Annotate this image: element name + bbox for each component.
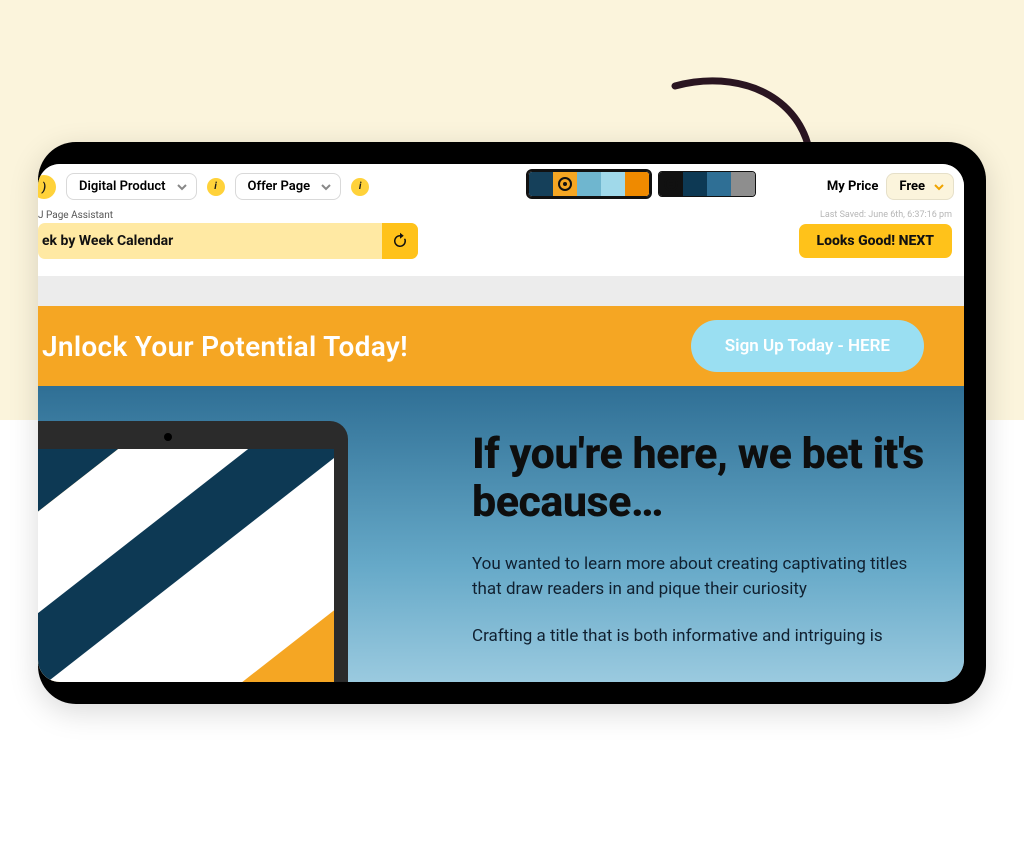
swatch xyxy=(577,172,601,196)
preview-hero: WEEK BY If you're here, we bet it's beca… xyxy=(38,386,964,682)
assistant-regen-button[interactable] xyxy=(382,223,418,259)
decorative-stripes xyxy=(38,449,334,682)
preview-banner-title: Jnlock Your Potential Today! xyxy=(38,330,408,363)
product-type-dropdown[interactable]: Digital Product xyxy=(66,173,197,200)
swatch xyxy=(683,172,707,196)
preview-signup-button[interactable]: Sign Up Today - HERE xyxy=(691,320,924,372)
chevron-down-icon xyxy=(933,181,945,193)
next-button[interactable]: Looks Good! NEXT xyxy=(799,224,953,258)
last-saved-text: Last Saved: June 6th, 6:37:16 pm xyxy=(820,210,952,220)
page-preview: Jnlock Your Potential Today! Sign Up Tod… xyxy=(38,306,964,682)
swatch xyxy=(731,172,755,196)
chevron-down-icon xyxy=(320,181,332,193)
preview-hero-para-1: You wanted to learn more about creating … xyxy=(472,552,924,601)
swatch-selected-icon xyxy=(659,172,683,196)
config-toolbar: ) Digital Product i Offer Page i My Pric… xyxy=(38,164,964,209)
price-value: Free xyxy=(899,179,925,194)
brand-dot-icon: ) xyxy=(38,175,56,199)
ipad-mock: WEEK BY xyxy=(38,421,348,682)
page-canvas: ) Digital Product i Offer Page i My Pric… xyxy=(0,0,1024,853)
preview-banner: Jnlock Your Potential Today! Sign Up Tod… xyxy=(38,306,964,386)
preview-hero-para-2: Crafting a title that is both informativ… xyxy=(472,624,924,649)
ipad-screen: WEEK BY xyxy=(38,449,334,682)
swatch xyxy=(707,172,731,196)
price-label: My Price xyxy=(819,173,887,200)
preview-hero-image: WEEK BY xyxy=(38,386,438,682)
price-dropdown[interactable]: Free xyxy=(886,173,954,200)
swatch xyxy=(529,172,553,196)
assistant-label: J Page Assistant xyxy=(38,209,113,221)
info-icon[interactable]: i xyxy=(351,178,369,196)
chevron-down-icon xyxy=(176,181,188,193)
palette-option-2[interactable] xyxy=(658,171,756,197)
page-type-label: Offer Page xyxy=(248,179,311,194)
product-type-label: Digital Product xyxy=(79,179,166,194)
device-frame: ) Digital Product i Offer Page i My Pric… xyxy=(38,142,986,704)
swatch xyxy=(601,172,625,196)
info-icon[interactable]: i xyxy=(207,178,225,196)
preview-hero-copy: If you're here, we bet it's because… You… xyxy=(438,386,964,682)
assistant-input[interactable]: ek by Week Calendar xyxy=(38,223,418,259)
swatch xyxy=(625,172,649,196)
divider-strip xyxy=(38,276,964,306)
page-type-dropdown[interactable]: Offer Page xyxy=(235,173,342,200)
assistant-input-value: ek by Week Calendar xyxy=(42,233,173,249)
device-screen: ) Digital Product i Offer Page i My Pric… xyxy=(38,164,964,682)
palette-picker xyxy=(528,171,756,197)
preview-hero-title: If you're here, we bet it's because… xyxy=(472,430,924,526)
palette-option-1[interactable] xyxy=(528,171,650,197)
swatch-selected-icon xyxy=(553,172,577,196)
